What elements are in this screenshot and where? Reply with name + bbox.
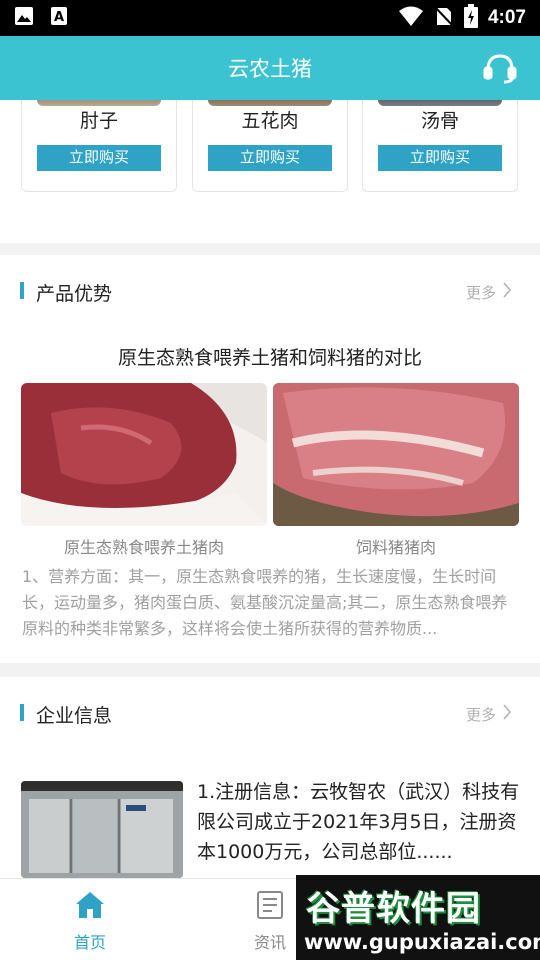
headset-icon[interactable] <box>482 50 518 86</box>
product-card[interactable]: 汤骨 立即购买 <box>362 100 518 192</box>
section-title: 企业信息 <box>36 705 113 727</box>
section-header: 企业信息 更多 <box>0 689 540 739</box>
text-a-icon: A <box>50 6 68 30</box>
clock: 4:07 <box>487 7 526 28</box>
company-summary[interactable]: 1.注册信息：云牧智农（武汉）科技有限公司成立于2021年3月5日，注册资本10… <box>197 777 523 867</box>
product-name: 五花肉 <box>241 110 299 132</box>
comparison-title: 原生态熟食喂养土猪和饲料猪的对比 <box>117 347 422 369</box>
image-icon <box>14 6 34 30</box>
photo-caption: 饲料猪猪肉 <box>355 538 436 557</box>
section-header: 产品优势 更多 <box>0 267 540 317</box>
product-card[interactable]: 肘子 立即购买 <box>21 100 177 192</box>
buy-now-button[interactable]: 立即购买 <box>378 145 502 171</box>
watermark: 谷普软件园 www.gupuxiazai.com <box>296 875 540 960</box>
more-label: 更多 <box>465 283 496 302</box>
buy-now-button[interactable]: 立即购买 <box>37 145 161 171</box>
pork-photo <box>273 383 519 526</box>
watermark-logo: 谷普软件园 <box>306 889 481 929</box>
scroll-content[interactable]: 肘子 立即购买 五花肉 立即购买 汤骨 立即购买 产品优势 更多 原生态熟食喂养… <box>0 100 540 878</box>
buy-now-button[interactable]: 立即购买 <box>208 145 332 171</box>
home-icon <box>74 889 106 921</box>
status-bar: A 4:07 <box>0 0 540 36</box>
page-title: 云农土猪 <box>228 57 312 81</box>
tab-label: 首页 <box>73 933 106 952</box>
wifi-icon <box>398 5 424 31</box>
advantage-description[interactable]: 1、营养方面：其一，原生态熟食喂养的猪，生长速度慢，生长时间长，运动量多，猪肉蛋… <box>22 564 520 642</box>
more-link[interactable]: 更多 <box>466 703 512 725</box>
svg-text:A: A <box>54 10 64 25</box>
photo-caption: 原生态熟食喂养土猪肉 <box>63 538 224 557</box>
chevron-right-icon <box>502 703 512 725</box>
company-photo[interactable] <box>21 781 183 878</box>
company-section: 企业信息 更多 1.注册信息：云牧智农（武汉）科技有限公司成立于2021年3月5… <box>0 677 540 878</box>
app-header: 云农土猪 <box>0 36 540 100</box>
tab-home[interactable]: 首页 <box>0 879 180 960</box>
more-label: 更多 <box>465 705 496 724</box>
advantage-section: 产品优势 更多 原生态熟食喂养土猪和饲料猪的对比 原生态熟食喂养土猪肉 饲料猪猪… <box>0 255 540 663</box>
no-sim-icon <box>434 5 454 31</box>
pork-photo <box>21 383 267 526</box>
document-icon <box>254 889 286 921</box>
battery-charging-icon <box>463 4 478 32</box>
section-title: 产品优势 <box>36 283 113 305</box>
chevron-right-icon <box>502 281 512 303</box>
section-accent-bar <box>20 282 24 299</box>
section-accent-bar <box>20 704 24 721</box>
product-name: 肘子 <box>79 110 118 132</box>
product-name: 汤骨 <box>420 110 459 132</box>
more-link[interactable]: 更多 <box>466 281 512 303</box>
product-card[interactable]: 五花肉 立即购买 <box>192 100 348 192</box>
product-list: 肘子 立即购买 五花肉 立即购买 汤骨 立即购买 <box>0 100 540 243</box>
watermark-url: www.gupuxiazai.com <box>304 930 540 954</box>
